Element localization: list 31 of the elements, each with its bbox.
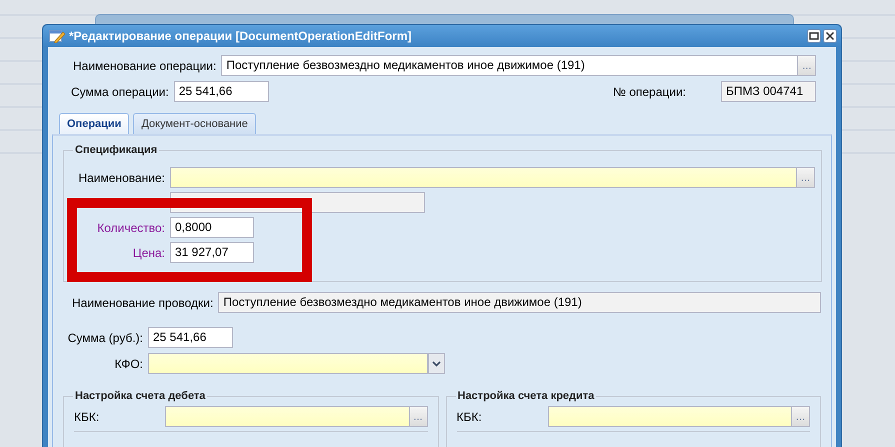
- field-label: КБК:: [456, 410, 482, 424]
- field-label: № операции:: [612, 84, 686, 98]
- close-icon[interactable]: [823, 29, 837, 43]
- input-field[interactable]: 0,8000: [170, 217, 254, 238]
- tab[interactable]: Документ-основание: [133, 113, 256, 134]
- field-label: Цена:: [132, 246, 166, 260]
- field-label: Наименование:: [77, 170, 166, 184]
- field-label: Сумма операции:: [71, 84, 169, 98]
- operation-name-field[interactable]: Поступление безвозмездно медикаментов иное движимое (191): [221, 55, 798, 76]
- sum-field[interactable]: 25 541,66: [148, 327, 233, 348]
- tab[interactable]: Операции: [59, 113, 130, 134]
- operation-sum-field[interactable]: 25 541,66: [174, 81, 269, 102]
- group-title: Спецификация: [73, 144, 160, 156]
- field-label: Количество:: [96, 220, 166, 234]
- window-title: *Редактирование операции [DocumentOperationEditForm]: [69, 29, 412, 43]
- dropdown-icon[interactable]: [428, 353, 445, 374]
- group-title: Настройка счета дебета: [73, 390, 208, 402]
- field-label: Сумма (руб.):: [66, 330, 143, 344]
- posting-name-field[interactable]: Поступление безвозмездно медикаментов иное движимое (191): [218, 292, 821, 313]
- edit-form-icon: [49, 29, 65, 43]
- kbk-field[interactable]: [548, 406, 792, 427]
- group-title: Настройка счета кредита: [456, 390, 596, 402]
- input-field[interactable]: [170, 167, 797, 188]
- field-label: КБК:: [74, 410, 100, 424]
- operation-number-field[interactable]: БПМЗ 004741: [721, 81, 816, 102]
- field-label: Наименование операции:: [73, 58, 216, 72]
- maximize-icon[interactable]: [807, 29, 821, 43]
- input-field[interactable]: 31 927,07: [170, 242, 254, 263]
- field-label: КФО:: [114, 356, 143, 370]
- field-label: Наименование проводки:: [72, 296, 214, 310]
- kbk-field[interactable]: [164, 406, 410, 427]
